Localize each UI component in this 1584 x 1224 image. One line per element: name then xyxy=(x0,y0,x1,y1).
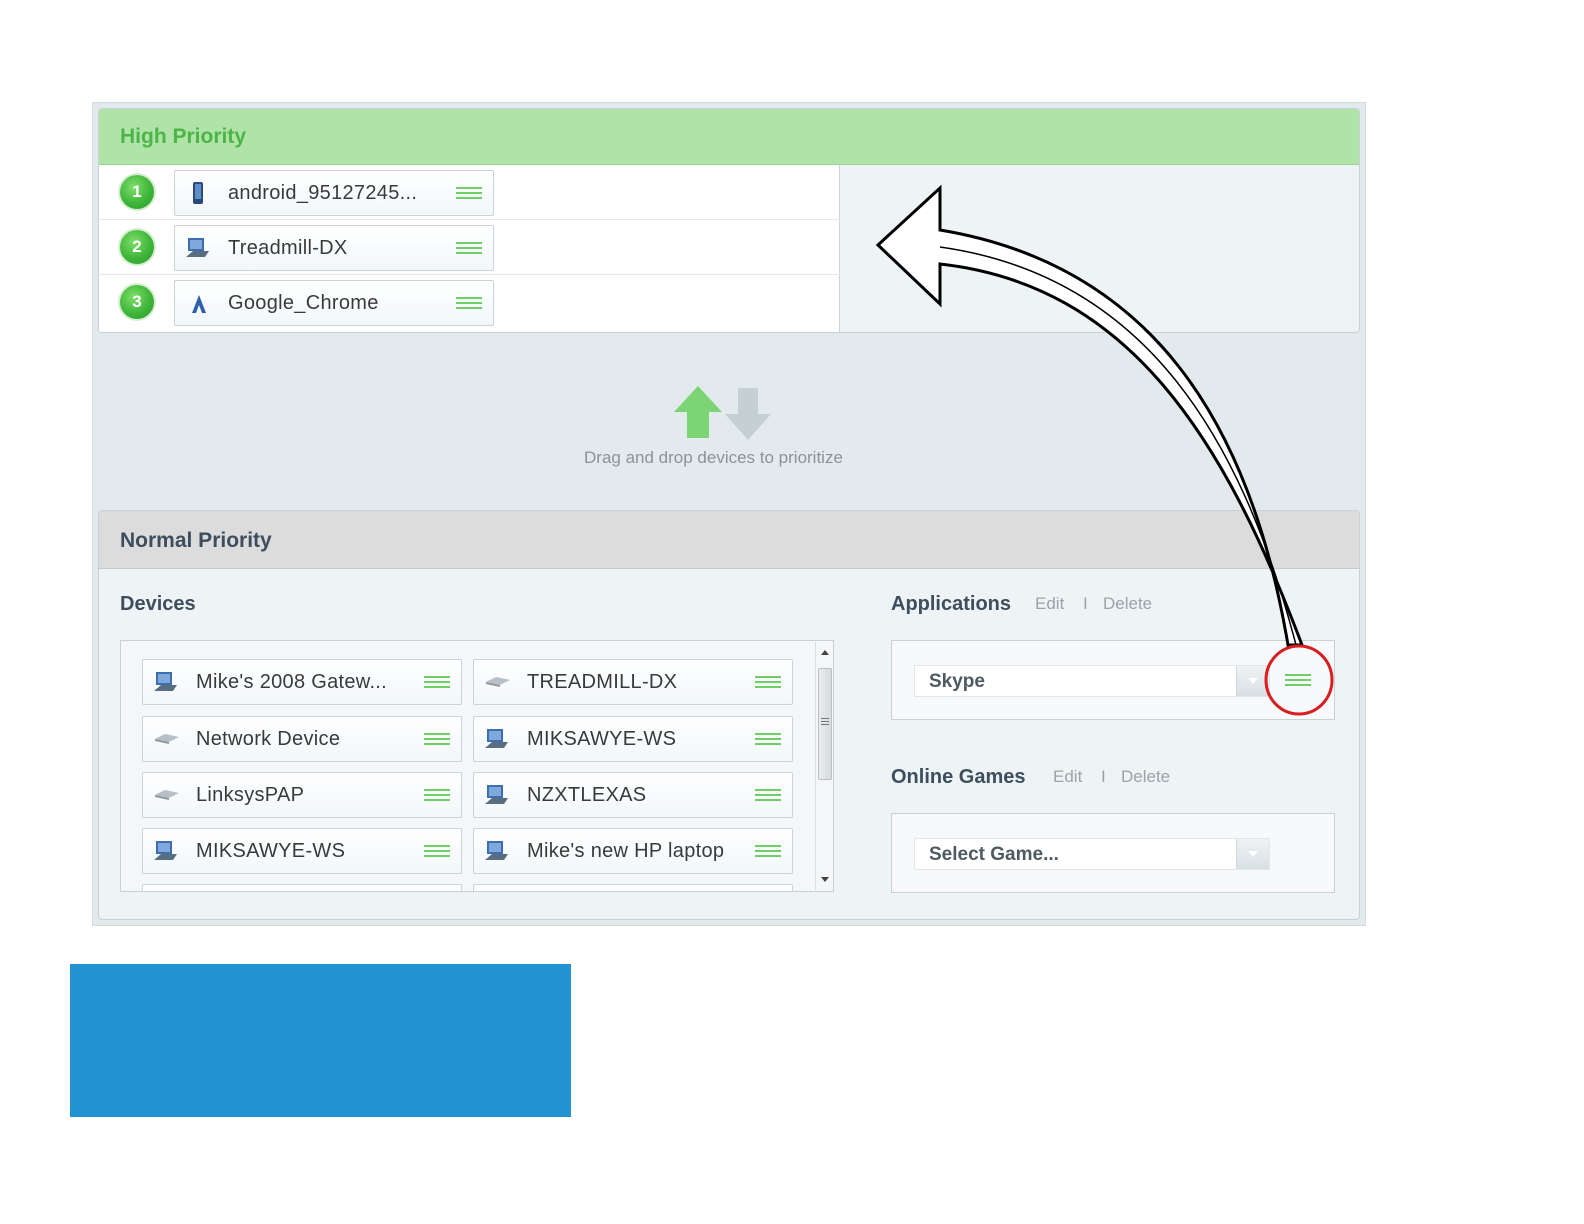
drag-handle-icon[interactable] xyxy=(424,845,450,858)
device-name: Network Device xyxy=(196,728,341,750)
high-device-chip[interactable]: Google_Chrome xyxy=(174,280,494,326)
online-games-dropdown-arrow[interactable] xyxy=(1236,839,1269,869)
applications-dropdown-arrow[interactable] xyxy=(1236,666,1269,696)
drag-handle-icon[interactable] xyxy=(755,789,781,802)
drag-handle-icon[interactable] xyxy=(424,789,450,802)
high-priority-row: 1 android_95127245... xyxy=(99,165,840,220)
drag-handle-icon[interactable] xyxy=(755,676,781,689)
drag-handle-icon[interactable] xyxy=(1285,674,1311,687)
applications-label: Applications xyxy=(891,593,1012,615)
devices-scrollbar[interactable] xyxy=(815,642,833,890)
device-name: MIKSAWYE-WS xyxy=(527,728,677,750)
drag-handle-icon[interactable] xyxy=(424,733,450,746)
device-chip[interactable]: Mike's new HP laptop xyxy=(473,828,793,874)
device-name: Google_Chrome xyxy=(228,292,379,314)
online-games-select[interactable]: Select Game... xyxy=(914,838,1270,870)
computer-icon xyxy=(154,841,177,860)
online-games-select-value: Select Game... xyxy=(929,844,1059,865)
computer-icon xyxy=(154,672,177,691)
high-device-chip[interactable]: Treadmill-DX xyxy=(174,225,494,271)
rank-badge: 2 xyxy=(120,230,154,264)
high-priority-row: 3 Google_Chrome xyxy=(99,275,840,330)
device-chip[interactable]: Mike's 2008 Gatew... xyxy=(142,659,462,705)
rank-badge: 3 xyxy=(120,285,154,319)
application-icon xyxy=(192,295,206,313)
normal-priority-header: Normal Priority xyxy=(99,511,1359,569)
scroll-up-icon[interactable] xyxy=(820,648,830,656)
device-name: Mike's new HP laptop xyxy=(527,840,725,862)
applications-delete-link[interactable]: Delete xyxy=(1103,594,1152,614)
link-separator: I xyxy=(1101,767,1106,786)
network-device-icon xyxy=(155,790,179,800)
online-games-box: Select Game... xyxy=(891,813,1335,893)
network-device-icon xyxy=(155,734,179,744)
devices-label: Devices xyxy=(120,593,196,615)
device-chip[interactable]: Network Device xyxy=(142,716,462,762)
online-games-label: Online Games xyxy=(891,766,1026,788)
prioritize-arrows-icon xyxy=(674,386,771,440)
online-games-delete-link[interactable]: Delete xyxy=(1121,767,1170,787)
scroll-down-icon[interactable] xyxy=(820,876,830,884)
high-device-chip[interactable]: android_95127245... xyxy=(174,170,494,216)
drag-handle-icon[interactable] xyxy=(456,242,482,255)
applications-box: Skype xyxy=(891,640,1335,720)
applications-select[interactable]: Skype xyxy=(914,665,1270,697)
device-chip[interactable]: MIKSAWYE-WS xyxy=(473,716,793,762)
high-priority-row: 2 Treadmill-DX xyxy=(99,220,840,275)
normal-priority-title: Normal Priority xyxy=(120,529,272,552)
network-device-icon xyxy=(486,677,510,687)
chevron-down-icon xyxy=(1248,678,1258,684)
high-priority-panel: High Priority 1 android_95127245... 2 Tr… xyxy=(98,108,1360,333)
device-chip[interactable] xyxy=(142,884,462,891)
high-priority-title: High Priority xyxy=(120,125,247,148)
blue-block xyxy=(70,964,571,1117)
computer-icon xyxy=(186,238,209,257)
phone-icon xyxy=(193,182,203,204)
device-name: Mike's 2008 Gatew... xyxy=(196,671,388,693)
high-priority-header: High Priority xyxy=(99,109,1359,165)
device-name: MIKSAWYE-WS xyxy=(196,840,346,862)
link-separator: I xyxy=(1083,594,1088,613)
device-name: Treadmill-DX xyxy=(228,237,348,259)
device-name: TREADMILL-DX xyxy=(527,671,678,693)
grip-icon xyxy=(821,718,829,725)
device-chip[interactable]: MIKSAWYE-WS xyxy=(142,828,462,874)
device-name: NZXTLEXAS xyxy=(527,784,647,806)
online-games-edit-link[interactable]: Edit xyxy=(1053,767,1082,787)
drag-handle-icon[interactable] xyxy=(456,297,482,310)
device-chip[interactable] xyxy=(473,884,793,891)
computer-icon xyxy=(485,785,508,804)
device-name: android_95127245... xyxy=(228,182,418,204)
applications-edit-link[interactable]: Edit xyxy=(1035,594,1064,614)
scroll-thumb[interactable] xyxy=(818,668,832,780)
computer-icon xyxy=(485,729,508,748)
drag-handle-icon[interactable] xyxy=(755,733,781,746)
chevron-down-icon xyxy=(1248,851,1258,857)
drag-handle-icon[interactable] xyxy=(456,187,482,200)
drag-handle-icon[interactable] xyxy=(424,676,450,689)
normal-priority-panel: Normal Priority Devices Mike's 2008 Gate… xyxy=(98,510,1360,920)
device-chip[interactable]: LinksysPAP xyxy=(142,772,462,818)
computer-icon xyxy=(485,841,508,860)
rank-badge: 1 xyxy=(120,175,154,209)
applications-select-value: Skype xyxy=(929,671,985,692)
device-chip[interactable]: NZXTLEXAS xyxy=(473,772,793,818)
device-chip[interactable]: TREADMILL-DX xyxy=(473,659,793,705)
high-priority-list: 1 android_95127245... 2 Treadmill-DX 3 G… xyxy=(99,165,840,332)
drag-drop-hint: Drag and drop devices to prioritize xyxy=(584,448,843,467)
drag-handle-icon[interactable] xyxy=(755,845,781,858)
devices-list: Mike's 2008 Gatew... TREADMILL-DX Networ… xyxy=(120,640,834,892)
device-name: LinksysPAP xyxy=(196,784,305,806)
